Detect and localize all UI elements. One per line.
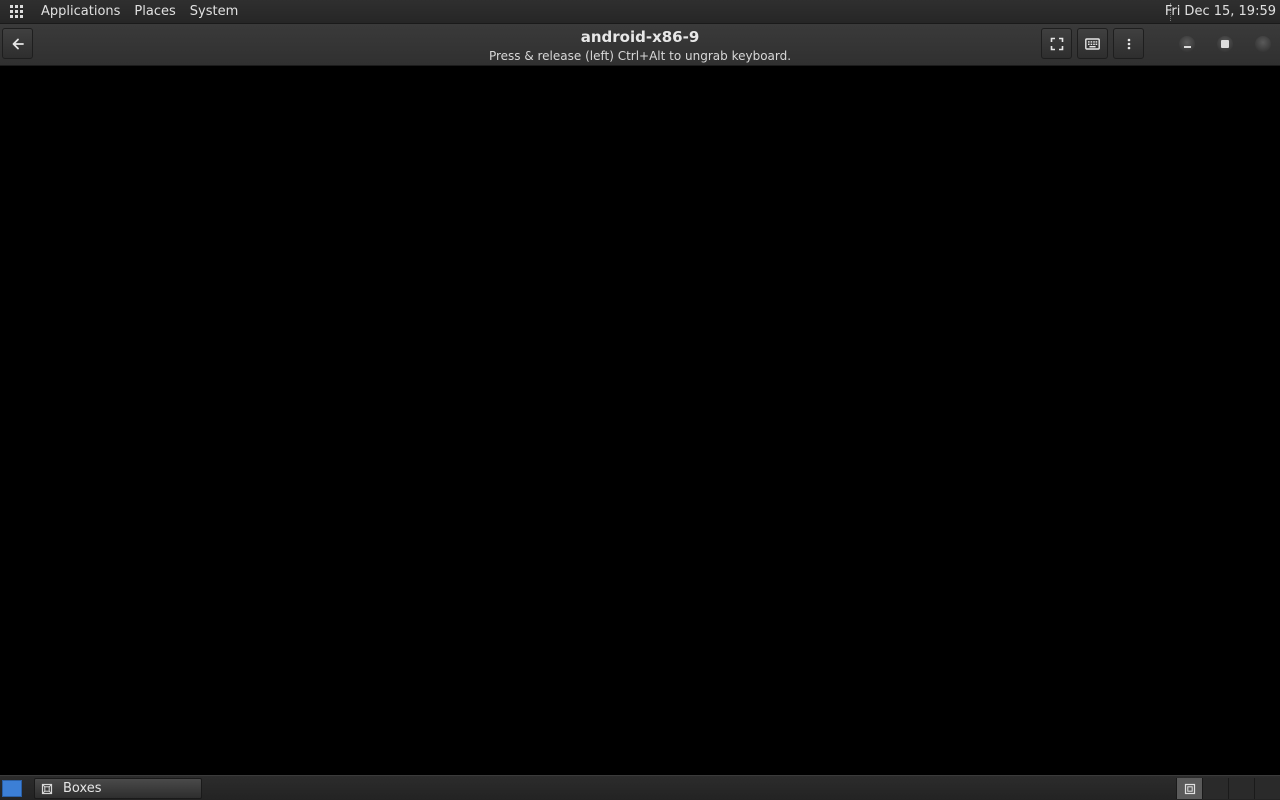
- close-button[interactable]: [1255, 36, 1271, 52]
- workspace-4[interactable]: [1254, 778, 1280, 799]
- menu-system[interactable]: System: [183, 0, 245, 24]
- window-header-bar: android-x86-9 Press & release (left) Ctr…: [0, 24, 1280, 66]
- title-block: android-x86-9 Press & release (left) Ctr…: [390, 24, 890, 64]
- top-panel: Applications Places System Fri Dec 15, 1…: [0, 0, 1280, 24]
- fullscreen-button[interactable]: [1041, 28, 1072, 59]
- vm-display-area[interactable]: [0, 67, 1280, 775]
- close-icon: [1259, 40, 1267, 48]
- back-arrow-icon: [12, 38, 24, 49]
- taskbar-item-label: Boxes: [63, 781, 102, 796]
- menu-places[interactable]: Places: [127, 0, 182, 24]
- keyboard-button[interactable]: [1077, 28, 1108, 59]
- vertical-dots-icon: [1127, 38, 1130, 49]
- panel-clock[interactable]: Fri Dec 15, 19:59: [1157, 0, 1276, 24]
- minimize-button[interactable]: [1179, 36, 1195, 52]
- maximize-button[interactable]: [1217, 36, 1233, 52]
- show-desktop-button[interactable]: [2, 780, 22, 797]
- fullscreen-icon: [1050, 37, 1063, 50]
- workspace-3[interactable]: [1228, 778, 1254, 799]
- minimize-icon: [1183, 45, 1191, 48]
- menu-button[interactable]: [1113, 28, 1144, 59]
- applications-grid-icon[interactable]: [10, 4, 24, 19]
- bottom-panel: Boxes: [0, 775, 1280, 800]
- menu-applications[interactable]: Applications: [34, 0, 127, 24]
- workspace-1[interactable]: [1176, 778, 1202, 799]
- boxes-app-icon: [41, 783, 53, 794]
- keyboard-icon: [1085, 37, 1100, 50]
- boxes-window-icon: [1184, 783, 1195, 794]
- taskbar-item-boxes[interactable]: Boxes: [34, 778, 202, 799]
- window-subtitle: Press & release (left) Ctrl+Alt to ungra…: [488, 49, 792, 63]
- back-button[interactable]: [2, 28, 33, 59]
- workspace-2[interactable]: [1202, 778, 1228, 799]
- window-title: android-x86-9: [580, 28, 700, 46]
- maximize-icon: [1221, 40, 1229, 48]
- workspace-switcher[interactable]: [1176, 778, 1280, 799]
